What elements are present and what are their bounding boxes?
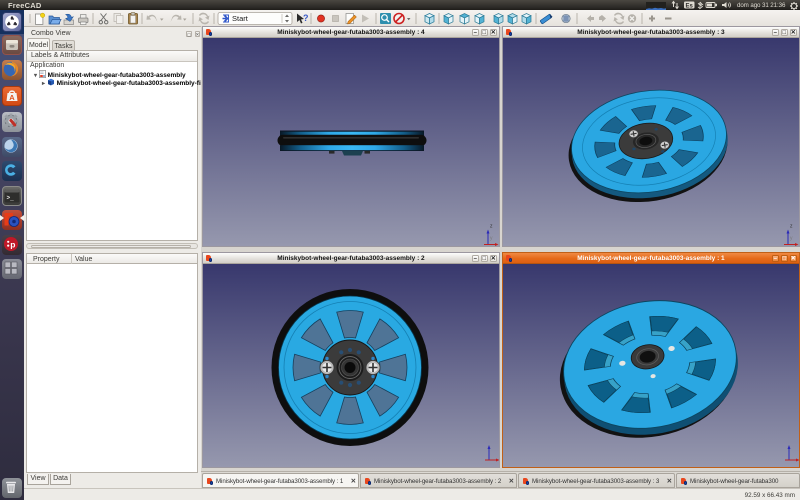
svg-text:z: z xyxy=(490,223,493,229)
svg-text:p: p xyxy=(10,239,15,249)
svg-text:y: y xyxy=(490,235,493,241)
svg-text:Es: Es xyxy=(686,4,694,10)
svg-text:?: ? xyxy=(303,13,309,23)
svg-text:Start: Start xyxy=(232,14,249,23)
svg-text:y: y xyxy=(790,235,793,241)
svg-text:>_: >_ xyxy=(7,194,15,201)
svg-text:A: A xyxy=(9,93,15,102)
svg-text:z: z xyxy=(790,223,793,229)
